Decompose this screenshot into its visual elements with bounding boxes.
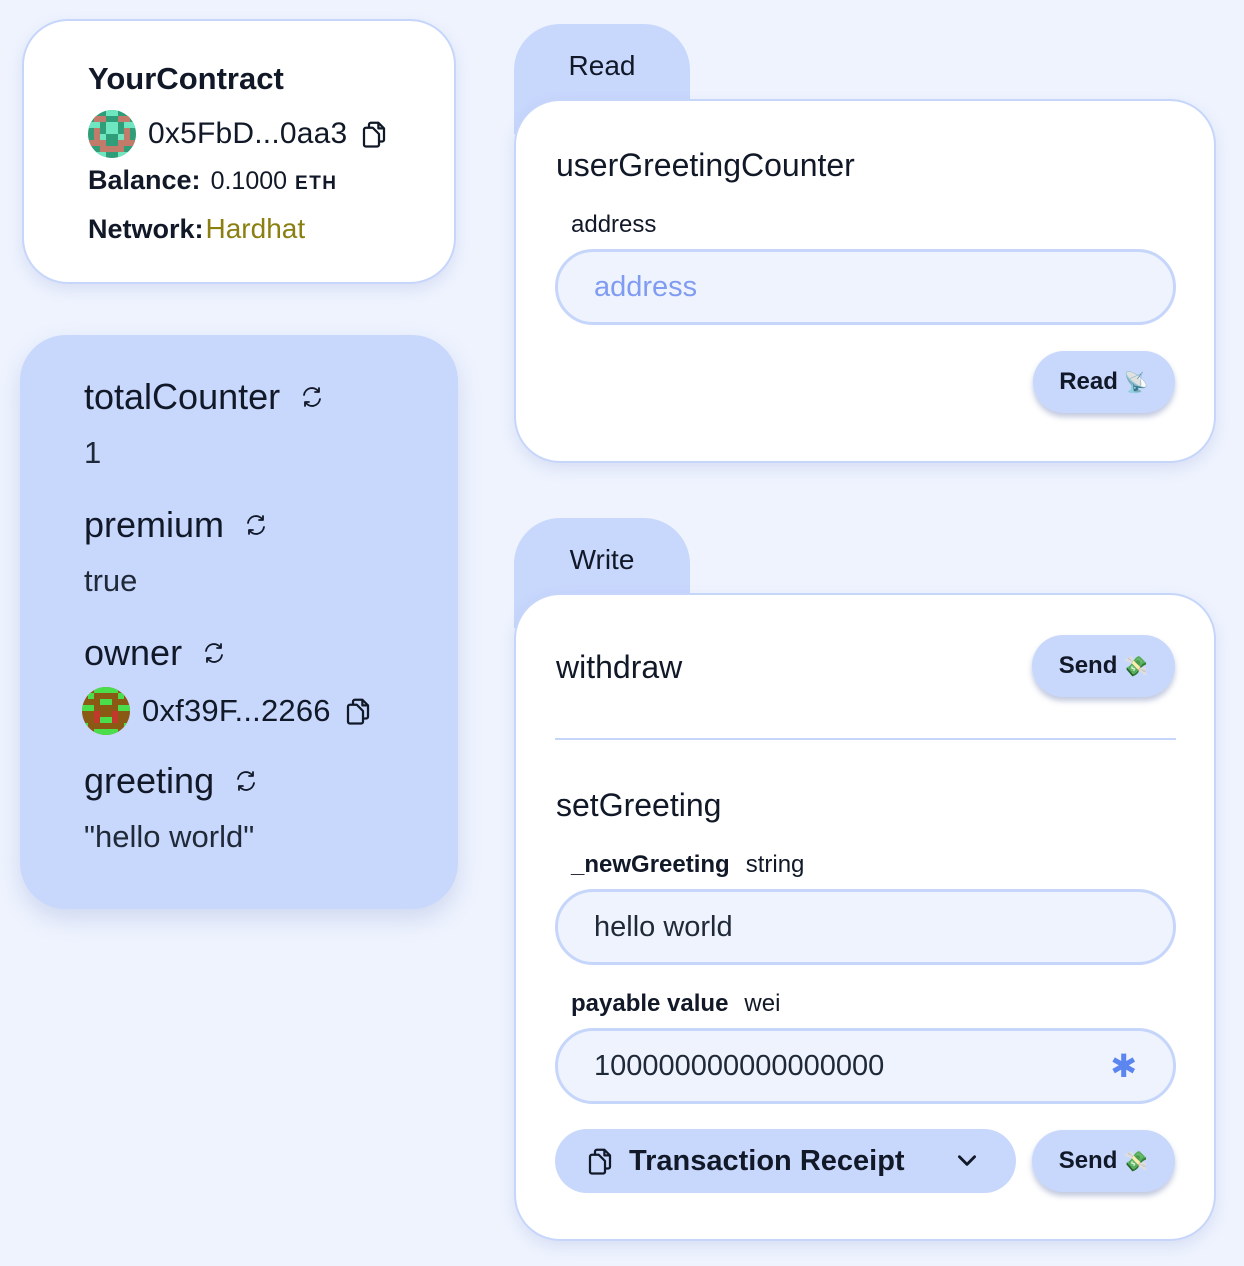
function-divider	[555, 738, 1176, 740]
address-input-placeholder: address	[594, 270, 698, 303]
read-arg-label: address	[571, 211, 656, 239]
money-wings-icon: 💸	[1123, 1149, 1149, 1173]
debug-contracts-page: YourContract 0x5FbD...0aa3 Balance: 0.10…	[0, 0, 1244, 1266]
contract-info-card: YourContract 0x5FbD...0aa3 Balance: 0.10…	[22, 19, 456, 284]
set-greeting-send-button[interactable]: Send 💸	[1032, 1130, 1175, 1192]
variable-name: greeting	[84, 760, 215, 801]
new-greeting-input[interactable]: hello world	[555, 889, 1176, 965]
variable-value: true	[84, 563, 138, 598]
owner-address: 0xf39F...2266	[142, 693, 331, 728]
contract-name: YourContract	[88, 61, 284, 96]
payable-unit: wei	[744, 990, 781, 1017]
copy-icon[interactable]	[585, 1145, 615, 1177]
address-input[interactable]: address	[555, 249, 1176, 325]
arg-name: address	[571, 211, 657, 238]
new-greeting-label: _newGreeting string	[571, 851, 804, 879]
withdraw-send-button[interactable]: Send 💸	[1032, 635, 1175, 697]
balance-unit: ETH	[295, 173, 338, 194]
owner-blockie-avatar	[82, 687, 130, 735]
payable-value-input[interactable]: 100000000000000000 ✱	[555, 1028, 1176, 1104]
withdraw-function-name: withdraw	[556, 649, 683, 685]
refresh-icon[interactable]	[234, 769, 258, 793]
copy-icon[interactable]	[343, 695, 373, 727]
balance-label: Balance:	[88, 165, 201, 195]
variable-value: "hello world"	[84, 819, 255, 854]
chevron-down-icon	[958, 1155, 976, 1166]
balance-row: Balance: 0.1000 ETH	[88, 165, 454, 207]
variable-premium: premium true	[84, 503, 458, 631]
set-greeting-function-name: setGreeting	[556, 787, 722, 823]
variable-name: totalCounter	[84, 376, 281, 417]
contract-variables-card: totalCounter 1 premium true owner 0xf39F…	[20, 335, 458, 909]
owner-address-row: 0xf39F...2266	[82, 675, 458, 759]
network-row: Network: Hardhat	[88, 213, 454, 255]
read-button-label: Read	[1059, 368, 1118, 395]
balance-value: 0.1000	[210, 167, 288, 195]
transaction-receipt-dropdown[interactable]: Transaction Receipt	[555, 1129, 1016, 1193]
read-function-name: userGreetingCounter	[556, 147, 855, 183]
variable-owner: owner 0xf39F...2266	[82, 631, 458, 759]
money-wings-icon: 💸	[1123, 654, 1149, 678]
arg-name: _newGreeting	[571, 851, 730, 878]
variable-name: owner	[84, 632, 183, 673]
contract-address-row: 0x5FbD...0aa3	[88, 109, 454, 159]
contract-blockie-avatar	[88, 110, 136, 158]
refresh-icon[interactable]	[300, 385, 324, 409]
arg-type: string	[745, 851, 805, 878]
read-button[interactable]: Read 📡	[1033, 351, 1175, 413]
multiply-wei-icon[interactable]: ✱	[1110, 1047, 1137, 1085]
new-greeting-value: hello world	[594, 910, 733, 943]
refresh-icon[interactable]	[202, 641, 226, 665]
payable-value-label: payable value wei	[571, 990, 780, 1018]
variable-greeting: greeting "hello world"	[84, 759, 458, 887]
network-value: Hardhat	[205, 213, 306, 244]
network-label: Network:	[88, 214, 204, 244]
transaction-receipt-label: Transaction Receipt	[629, 1144, 905, 1177]
refresh-icon[interactable]	[244, 513, 268, 537]
send-button-label: Send	[1058, 1147, 1118, 1174]
copy-icon[interactable]	[359, 118, 389, 150]
send-button-label: Send	[1058, 652, 1118, 679]
variable-total-counter: totalCounter 1	[84, 375, 458, 503]
variable-name: premium	[84, 504, 225, 545]
payable-label: payable value	[571, 990, 729, 1017]
contract-address: 0x5FbD...0aa3	[148, 117, 348, 150]
variable-value: 1	[84, 435, 102, 470]
satellite-antenna-icon: 📡	[1123, 370, 1149, 394]
payable-value: 100000000000000000	[594, 1049, 885, 1082]
